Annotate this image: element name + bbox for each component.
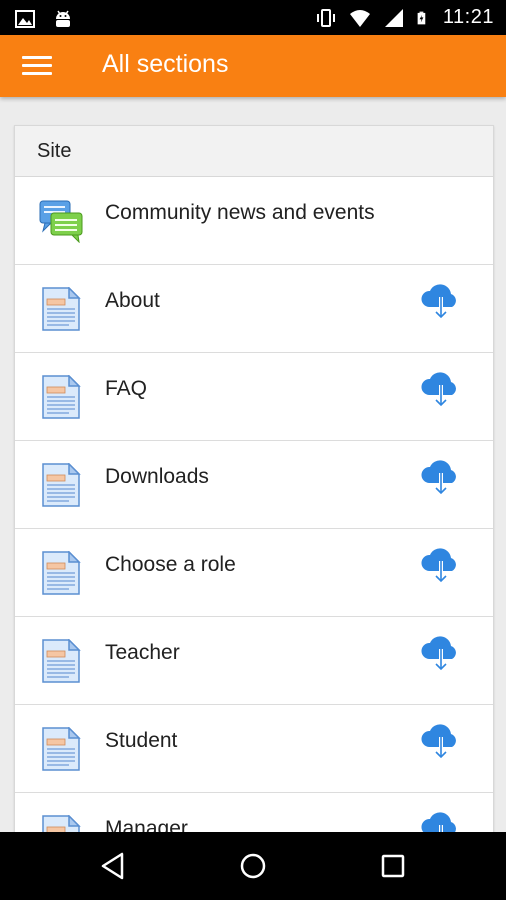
- section-header: Site: [15, 126, 493, 177]
- list-item[interactable]: Teacher: [15, 617, 493, 705]
- battery-charging-icon: [417, 11, 426, 24]
- section-header-label: Site: [37, 140, 72, 162]
- cloud-download-icon[interactable]: [419, 633, 463, 673]
- list-item[interactable]: Manager: [15, 793, 493, 832]
- item-label: Manager: [105, 817, 188, 832]
- page-icon: [42, 727, 81, 771]
- item-label: Teacher: [105, 641, 180, 664]
- item-label: Community news and events: [105, 201, 375, 224]
- back-icon[interactable]: [98, 850, 130, 882]
- page-icon: [42, 463, 81, 507]
- status-bar: 11:21: [0, 0, 506, 35]
- list-item[interactable]: Downloads: [15, 441, 493, 529]
- android-icon: [56, 10, 70, 27]
- page-icon: [42, 639, 81, 683]
- recents-icon[interactable]: [377, 850, 409, 882]
- forum-icon: [39, 200, 83, 243]
- list-item[interactable]: About: [15, 265, 493, 353]
- item-label: Choose a role: [105, 553, 236, 576]
- list-item[interactable]: Choose a role: [15, 529, 493, 617]
- cloud-download-icon[interactable]: [419, 369, 463, 409]
- page-icon: [42, 287, 81, 331]
- sections-content[interactable]: Site Community news and events About FAQ…: [0, 97, 506, 832]
- item-label: Downloads: [105, 465, 209, 488]
- item-label: About: [105, 289, 160, 312]
- signal-icon: [384, 8, 403, 27]
- page-icon: [42, 815, 81, 832]
- app-bar: All sections: [0, 35, 506, 97]
- item-label: FAQ: [105, 377, 148, 400]
- page-icon: [42, 375, 81, 419]
- cloud-download-icon[interactable]: [419, 809, 463, 832]
- page-title: All sections: [102, 50, 229, 78]
- list-item[interactable]: Community news and events: [15, 177, 493, 265]
- home-icon[interactable]: [237, 850, 269, 882]
- wifi-icon: [349, 9, 370, 27]
- navigation-bar: [0, 832, 506, 900]
- cloud-download-icon[interactable]: [419, 721, 463, 761]
- hamburger-menu-icon[interactable]: [22, 54, 52, 78]
- list-item[interactable]: FAQ: [15, 353, 493, 441]
- item-label: Student: [105, 729, 178, 752]
- cloud-download-icon[interactable]: [419, 545, 463, 585]
- list-item[interactable]: Student: [15, 705, 493, 793]
- cloud-download-icon[interactable]: [419, 457, 463, 497]
- site-section-card: Site Community news and events About FAQ…: [14, 125, 494, 832]
- clock: 11:21: [442, 6, 494, 28]
- vibrate-icon: [316, 8, 335, 27]
- page-icon: [42, 551, 81, 595]
- cloud-download-icon[interactable]: [419, 281, 463, 321]
- image-icon: [15, 10, 35, 28]
